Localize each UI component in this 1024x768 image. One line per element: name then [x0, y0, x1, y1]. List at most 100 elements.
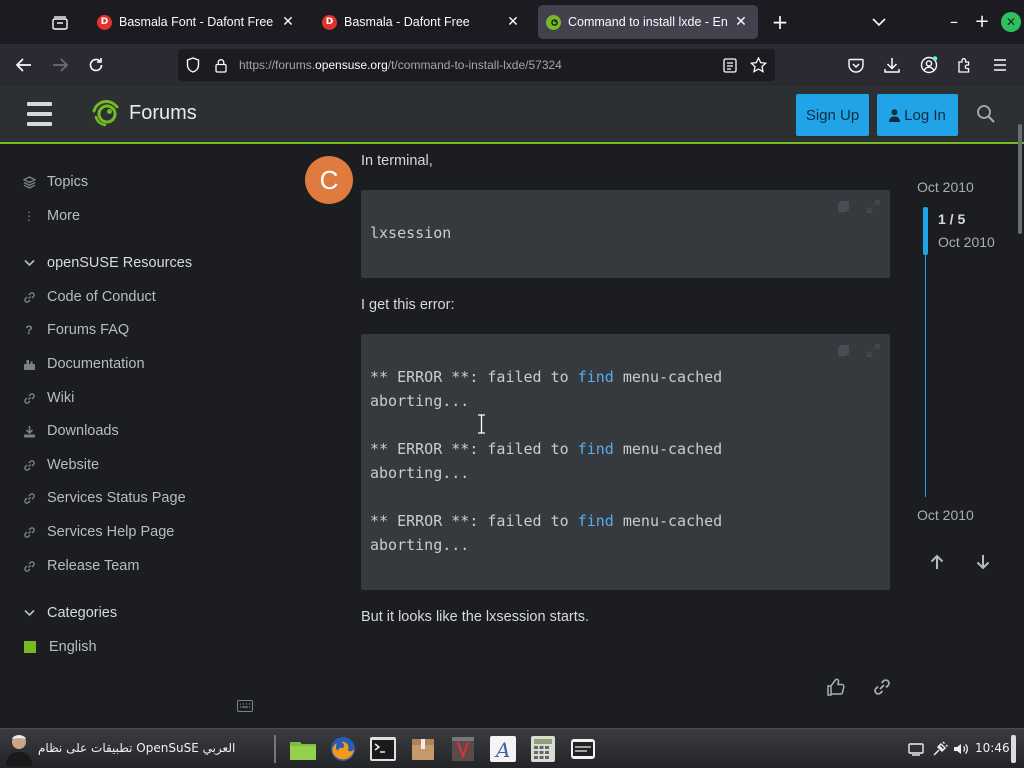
hamburger-menu-icon[interactable]: [27, 102, 52, 126]
show-desktop-button[interactable]: [1011, 735, 1016, 763]
sidebar-item-services-help-page[interactable]: Services Help Page: [22, 520, 174, 544]
keyboard-icon[interactable]: [237, 697, 253, 712]
tab-basmala-font[interactable]: D Basmala Font - Dafont Free ✕: [89, 5, 305, 39]
timeline-start-date[interactable]: Oct 2010: [917, 179, 974, 195]
sign-up-button[interactable]: Sign Up: [796, 94, 869, 136]
reload-icon[interactable]: [84, 53, 108, 77]
code-line-error: ** ERROR **: failed to find menu-cached: [370, 368, 722, 386]
lock-icon[interactable]: [212, 56, 230, 74]
archive-icon[interactable]: [408, 734, 438, 764]
account-icon[interactable]: [917, 53, 941, 77]
like-icon[interactable]: [826, 677, 846, 697]
firefox-icon[interactable]: [328, 734, 358, 764]
tab-command-install-lxde[interactable]: Command to install lxde - English ✕: [538, 5, 758, 39]
sidebar: Topics ⋮ More openSUSE Resources Code of…: [0, 144, 290, 684]
taskbar-clock[interactable]: 10:46: [975, 741, 1010, 755]
sidebar-item-more[interactable]: ⋮ More: [22, 204, 80, 228]
downloads-icon[interactable]: [880, 53, 904, 77]
tab-basmala[interactable]: D Basmala - Dafont Free ✕: [314, 5, 530, 39]
sidebar-item-documentation[interactable]: Documentation: [22, 352, 145, 376]
display-icon[interactable]: [908, 741, 924, 757]
sidebar-item-label: Services Status Page: [47, 490, 186, 506]
forum-header: Forums Sign Up Log In: [0, 86, 1024, 144]
reader-view-icon[interactable]: [721, 56, 739, 74]
sidebar-item-label: Downloads: [47, 423, 119, 439]
page-scrollbar[interactable]: [1018, 124, 1022, 234]
sidebar-item-code-of-conduct[interactable]: Code of Conduct: [22, 285, 156, 309]
scroll-up-arrow-icon[interactable]: [918, 545, 956, 579]
url-text[interactable]: https://forums.opensuse.org/t/command-to…: [239, 58, 562, 72]
tab-overview-icon[interactable]: [48, 11, 72, 33]
screenshot-icon[interactable]: [568, 734, 598, 764]
sidebar-section-categories[interactable]: Categories: [22, 601, 117, 625]
link-icon: [22, 491, 36, 505]
extensions-puzzle-icon[interactable]: [953, 53, 977, 77]
layers-icon: [22, 175, 36, 189]
sidebar-item-label: English: [49, 639, 97, 655]
sidebar-item-forums-faq[interactable]: ? Forums FAQ: [22, 318, 129, 342]
code-text: ** ERROR **: failed to: [370, 512, 578, 530]
copy-code-icon[interactable]: [837, 342, 851, 356]
tab-close-icon[interactable]: ✕: [506, 14, 520, 30]
tab-title: Basmala Font - Dafont Free: [119, 15, 274, 29]
copy-code-icon[interactable]: [837, 198, 851, 212]
sidebar-item-release-team[interactable]: Release Team: [22, 554, 139, 578]
share-link-icon[interactable]: [872, 677, 892, 697]
new-tab-plus-icon[interactable]: +: [770, 10, 790, 34]
back-arrow-icon[interactable]: [12, 53, 36, 77]
opensuse-logo-icon[interactable]: [90, 97, 122, 129]
volume-icon[interactable]: [953, 741, 969, 757]
expand-code-icon[interactable]: [867, 342, 881, 357]
office-icon[interactable]: [448, 734, 478, 764]
sidebar-item-label: Forums FAQ: [47, 322, 130, 338]
app-menu-icon[interactable]: [988, 53, 1012, 77]
terminal-icon[interactable]: [368, 734, 398, 764]
url-bar[interactable]: https://forums.opensuse.org/t/command-to…: [178, 49, 775, 81]
sidebar-item-downloads[interactable]: Downloads: [22, 419, 119, 443]
code-text: menu-cached: [613, 440, 723, 458]
log-in-button[interactable]: Log In: [877, 94, 958, 136]
bookmark-star-icon[interactable]: [749, 56, 767, 74]
code-keyword: find: [577, 368, 614, 386]
sidebar-section-label: openSUSE Resources: [47, 255, 193, 271]
avatar[interactable]: C: [305, 156, 353, 204]
taskbar: تطبيقات على نظام OpenSuSE العربي A 10:46: [0, 728, 1024, 768]
browser-navigation-bar: https://forums.opensuse.org/t/command-to…: [0, 44, 1024, 86]
text-cursor-icon: [477, 414, 486, 434]
search-icon[interactable]: [976, 104, 998, 126]
sidebar-item-label: Services Help Page: [47, 524, 175, 540]
link-icon: [22, 458, 36, 472]
sidebar-fade: [0, 664, 290, 684]
sidebar-item-services-status-page[interactable]: Services Status Page: [22, 486, 186, 510]
timeline-end-date[interactable]: Oct 2010: [917, 507, 974, 523]
tab-close-icon[interactable]: ✕: [734, 14, 748, 30]
sidebar-section-opensuse-resources[interactable]: openSUSE Resources: [22, 251, 192, 275]
pocket-icon[interactable]: [844, 53, 868, 77]
taskbar-menu-label[interactable]: تطبيقات على نظام OpenSuSE العربي: [38, 741, 235, 755]
expand-code-icon[interactable]: [867, 198, 881, 213]
taskbar-separator: [274, 735, 276, 763]
forum-brand-title[interactable]: Forums: [129, 102, 197, 125]
user-avatar-icon[interactable]: [4, 732, 34, 766]
vertical-ellipsis-icon: ⋮: [23, 209, 35, 223]
scroll-down-arrow-icon[interactable]: [964, 545, 1002, 579]
tab-list-chevron-icon[interactable]: [872, 12, 888, 32]
sidebar-item-website[interactable]: Website: [22, 453, 99, 477]
network-plug-icon[interactable]: [932, 741, 949, 757]
sidebar-item-label: Website: [47, 457, 100, 473]
timeline-handle[interactable]: [923, 207, 928, 255]
file-manager-icon[interactable]: [288, 734, 318, 764]
sidebar-item-label: Release Team: [47, 558, 140, 574]
sidebar-item-wiki[interactable]: Wiki: [22, 386, 74, 410]
sidebar-item-category-english[interactable]: English: [22, 635, 97, 659]
sidebar-item-topics[interactable]: Topics: [22, 170, 88, 194]
minimize-window-icon[interactable]: –: [944, 12, 964, 32]
forward-arrow-icon[interactable]: [48, 53, 72, 77]
tab-close-icon[interactable]: ✕: [281, 14, 295, 30]
maximize-window-icon[interactable]: +: [972, 12, 992, 32]
tracking-shield-icon[interactable]: [184, 56, 202, 74]
sidebar-item-label: More: [47, 208, 81, 224]
calculator-icon[interactable]: [528, 734, 558, 764]
close-window-icon[interactable]: ✕: [1001, 12, 1021, 32]
font-viewer-icon[interactable]: A: [488, 734, 518, 764]
